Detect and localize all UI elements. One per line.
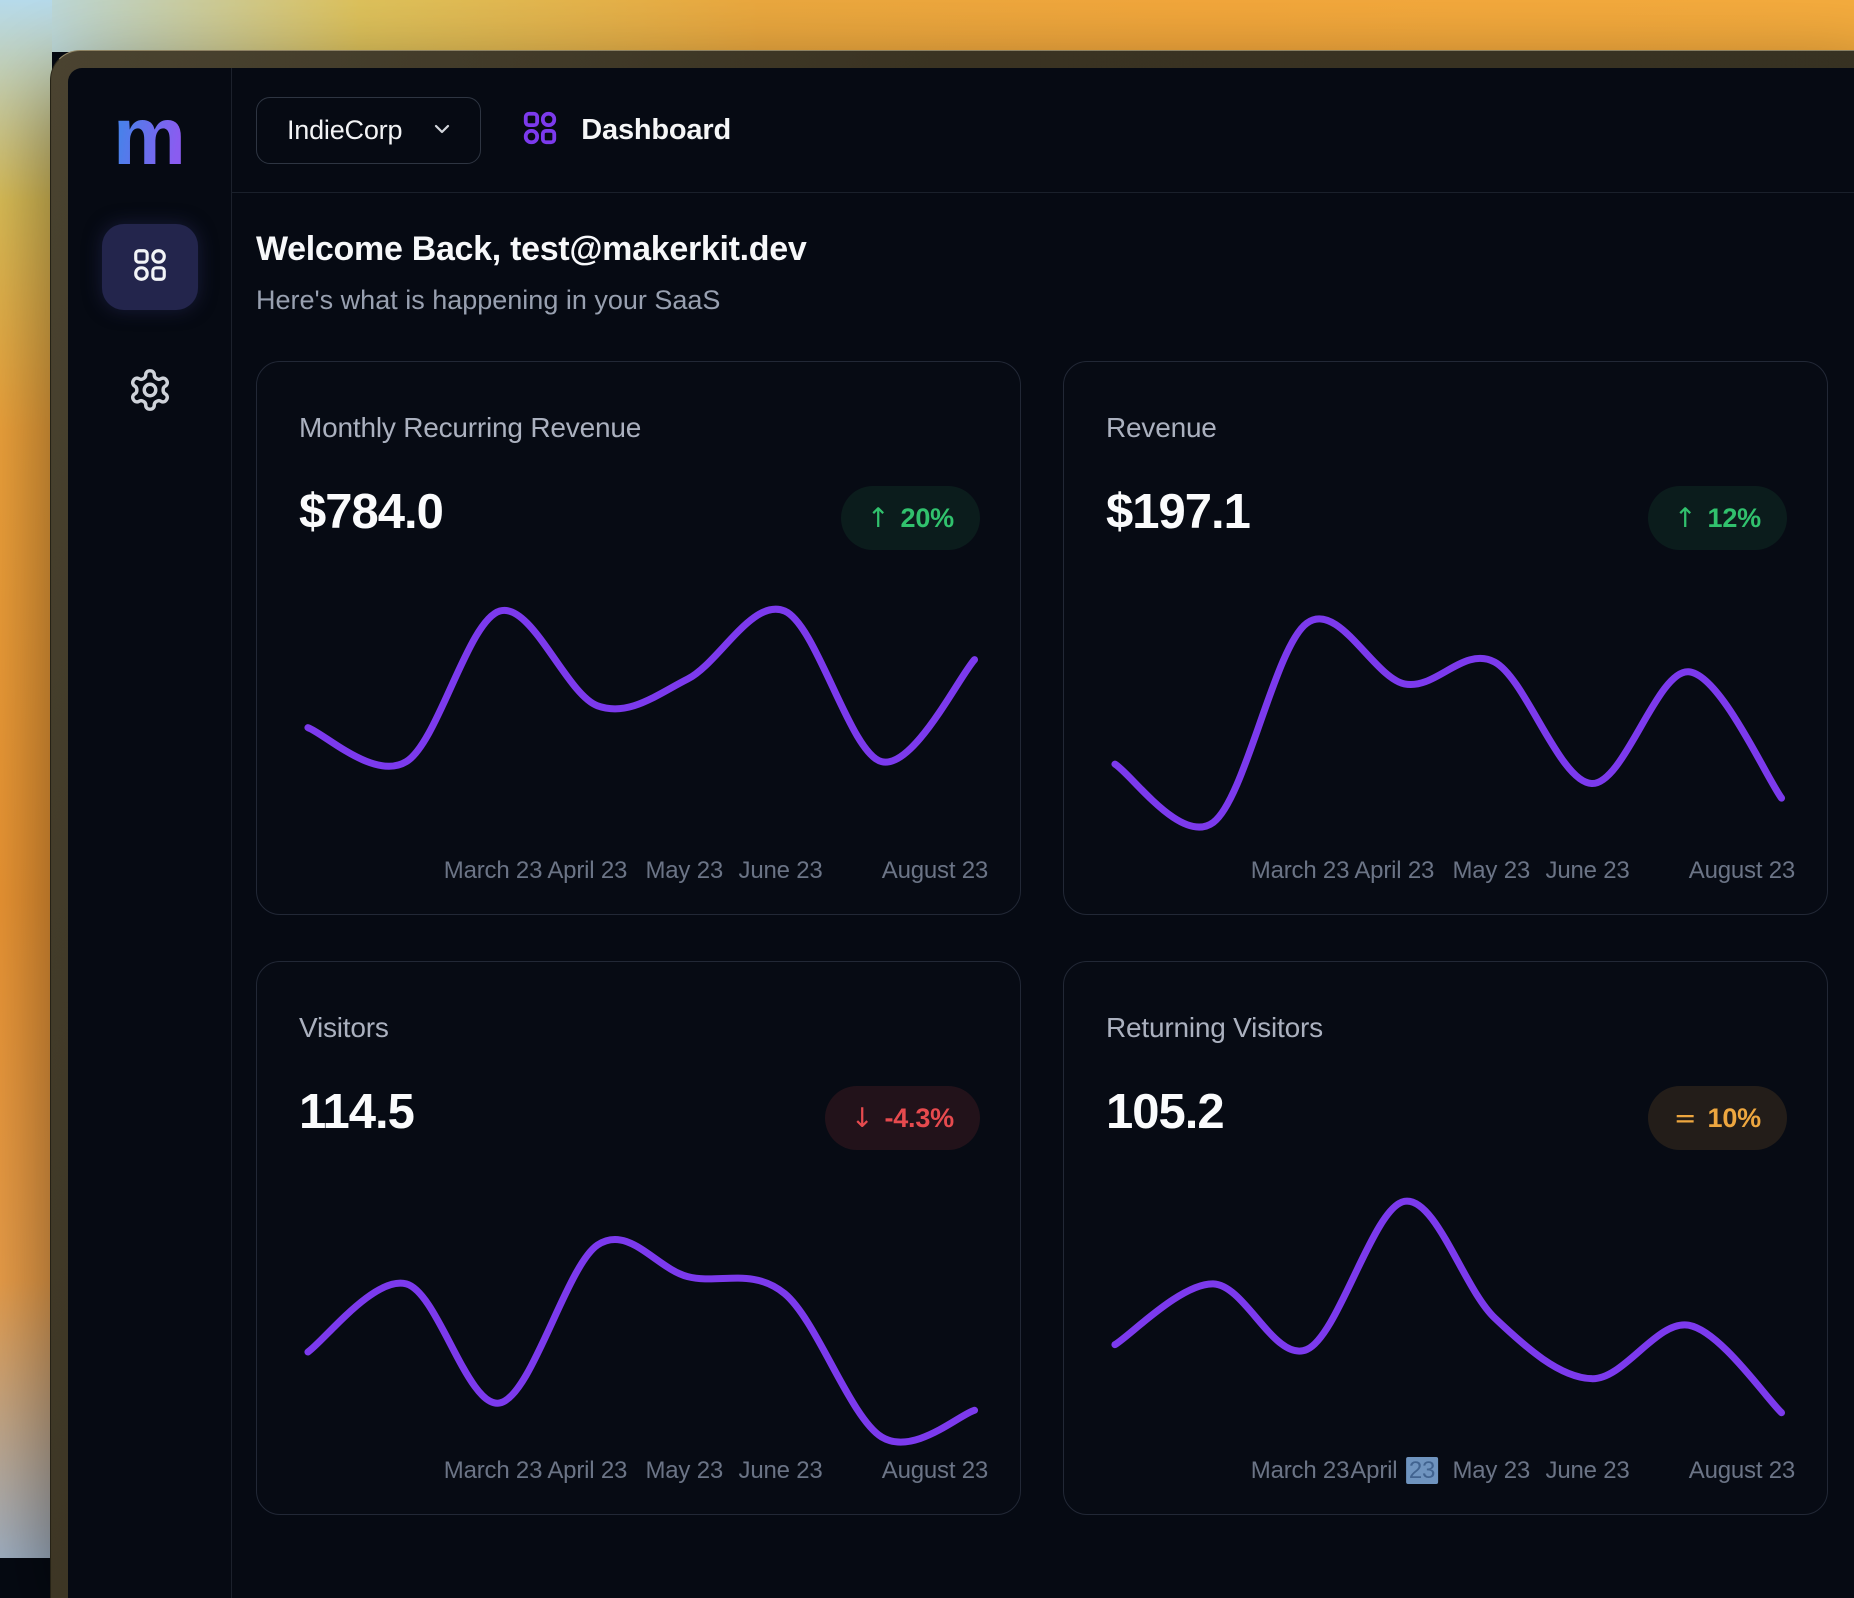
- equals-icon: =: [1674, 1105, 1697, 1132]
- x-axis-label: August 23: [1689, 1457, 1795, 1485]
- x-axis-labels: March 23April 23May 23June 23August 23: [297, 1457, 980, 1489]
- x-axis-label: April 23: [1354, 857, 1434, 885]
- metric-cards-grid: Monthly Recurring Revenue $784.0 ↑ 20% M…: [256, 361, 1828, 1515]
- x-axis-label: August 23: [882, 857, 988, 885]
- breadcrumb: Dashboard: [521, 109, 731, 152]
- arrow-up-icon: ↑: [867, 505, 890, 532]
- main-area: IndieCorp: [231, 68, 1854, 1598]
- x-axis-label: June 23: [1546, 1457, 1630, 1485]
- trend-badge-label: 10%: [1708, 1105, 1761, 1132]
- card-title: Visitors: [299, 1012, 389, 1044]
- welcome-subtitle: Here's what is happening in your SaaS: [256, 283, 1854, 317]
- mrr-line-chart[interactable]: [297, 594, 980, 837]
- x-axis-label: June 23: [739, 1457, 823, 1485]
- desktop-wallpaper-left: [0, 0, 52, 1558]
- trend-badge: = 10%: [1648, 1086, 1787, 1150]
- card-value: 114.5: [299, 1084, 414, 1140]
- page-title: Dashboard: [581, 114, 731, 147]
- x-axis-label: March 23: [444, 1457, 542, 1485]
- card-title: Returning Visitors: [1106, 1012, 1323, 1044]
- card-value: $197.1: [1106, 484, 1250, 540]
- x-axis-label: April 23: [1350, 1457, 1438, 1485]
- arrow-up-icon: ↑: [1674, 505, 1697, 532]
- desktop-wallpaper-top: [0, 0, 1854, 52]
- selected-text: 23: [1406, 1457, 1438, 1484]
- x-axis-label: June 23: [1546, 857, 1630, 885]
- welcome-heading: Welcome Back, test@makerkit.dev: [256, 229, 1854, 269]
- makerkit-logo: m: [113, 106, 186, 168]
- x-axis-label: June 23: [739, 857, 823, 885]
- grid-icon: [131, 246, 169, 289]
- team-selector-button[interactable]: IndieCorp: [256, 97, 481, 164]
- card-monthly-recurring-revenue: Monthly Recurring Revenue $784.0 ↑ 20% M…: [256, 361, 1021, 915]
- gear-icon: [127, 367, 173, 418]
- card-revenue: Revenue $197.1 ↑ 12% March 23April 23 May…: [1063, 361, 1828, 915]
- returning-visitors-line-chart[interactable]: [1104, 1194, 1787, 1437]
- card-value: $784.0: [299, 484, 443, 540]
- card-visitors: Visitors 114.5 ↓ -4.3% March 23April 23 M…: [256, 961, 1021, 1515]
- team-name: IndieCorp: [287, 115, 402, 146]
- trend-badge: ↑ 12%: [1648, 486, 1787, 550]
- x-axis-labels: March 23April 23May 23June 23August 23: [1104, 857, 1787, 889]
- dashboard-grid-icon: [521, 109, 559, 152]
- card-value: 105.2: [1106, 1084, 1224, 1140]
- x-axis-label: August 23: [882, 1457, 988, 1485]
- visitors-line-chart[interactable]: [297, 1194, 980, 1437]
- x-axis-labels: March 23April 23May 23June 23August 23: [1104, 1457, 1787, 1489]
- x-axis-label: March 23: [1251, 857, 1349, 885]
- app-window: m: [50, 50, 1854, 1598]
- trend-badge: ↓ -4.3%: [825, 1086, 980, 1150]
- trend-badge-label: 20%: [901, 505, 954, 532]
- x-axis-label: April 23: [547, 1457, 627, 1485]
- trend-badge-label: 12%: [1708, 505, 1761, 532]
- chevron-down-icon: [402, 117, 454, 144]
- x-axis-labels: March 23April 23May 23June 23August 23: [297, 857, 980, 889]
- card-title: Monthly Recurring Revenue: [299, 412, 641, 444]
- arrow-down-icon: ↓: [851, 1105, 874, 1132]
- sidebar: m: [68, 68, 232, 1598]
- x-axis-label: May 23: [645, 857, 723, 885]
- card-returning-visitors: Returning Visitors 105.2 = 10% March 23A…: [1063, 961, 1828, 1515]
- x-axis-label: April 23: [547, 857, 627, 885]
- sidebar-item-settings[interactable]: [120, 362, 180, 422]
- app-content: m: [68, 68, 1854, 1598]
- x-axis-label: May 23: [645, 1457, 723, 1485]
- trend-badge: ↑ 20%: [841, 486, 980, 550]
- dashboard-content: Welcome Back, test@makerkit.dev Here's w…: [231, 193, 1854, 1598]
- topbar: IndieCorp: [231, 68, 1854, 193]
- sidebar-item-dashboard[interactable]: [102, 224, 198, 310]
- revenue-line-chart[interactable]: [1104, 594, 1787, 837]
- x-axis-label: May 23: [1452, 857, 1530, 885]
- x-axis-label: August 23: [1689, 857, 1795, 885]
- card-title: Revenue: [1106, 412, 1217, 444]
- x-axis-label: May 23: [1452, 1457, 1530, 1485]
- x-axis-label: March 23: [444, 857, 542, 885]
- x-axis-label: March 23: [1251, 1457, 1349, 1485]
- trend-badge-label: -4.3%: [884, 1105, 954, 1132]
